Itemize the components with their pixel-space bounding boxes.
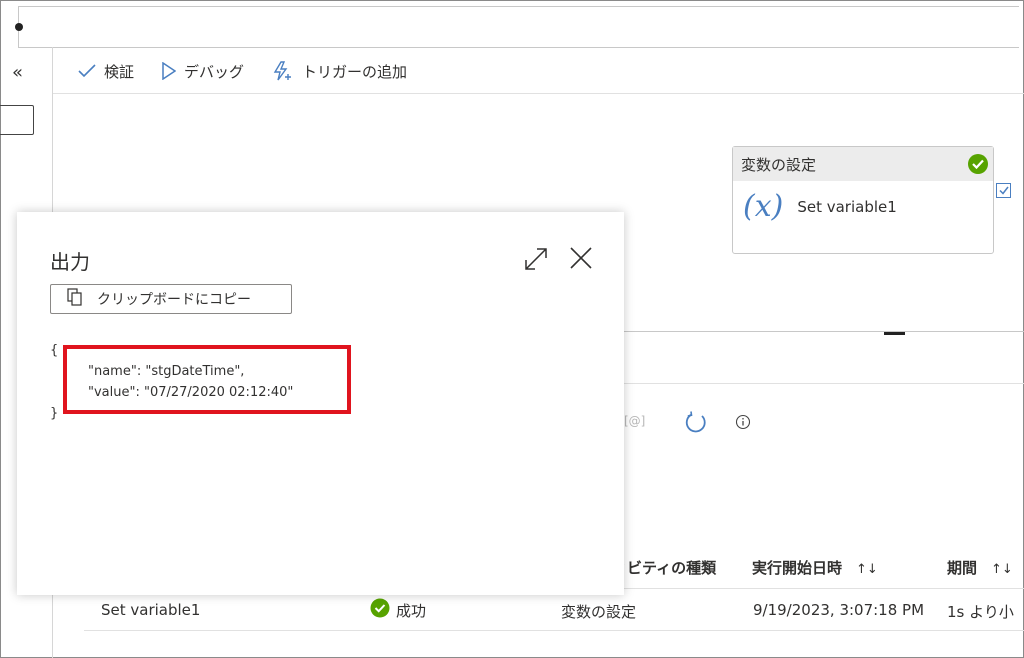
row-duration: 1s より小 xyxy=(947,603,1014,621)
activity-checkbox[interactable] xyxy=(996,183,1011,198)
add-trigger-label: トリガーの追加 xyxy=(302,62,408,81)
row-activity-type: 変数の設定 xyxy=(561,603,637,621)
success-icon xyxy=(370,598,390,622)
copy-label: クリップボードにコピー xyxy=(97,292,251,308)
check-icon xyxy=(78,64,96,78)
column-activity-type-label: ィビティの種類 xyxy=(612,559,717,577)
success-check-icon xyxy=(967,153,989,179)
column-start-time[interactable]: 実行開始日時 ↑↓ xyxy=(752,557,878,578)
pane-splitter-handle[interactable] xyxy=(884,332,905,335)
activity-body: (x) Set variable1 xyxy=(733,181,993,232)
row-status: 成功 xyxy=(370,598,426,622)
play-icon xyxy=(162,62,177,80)
expand-icon[interactable] xyxy=(523,246,549,276)
info-icon[interactable] xyxy=(735,414,751,434)
add-trigger-button[interactable]: トリガーの追加 xyxy=(272,61,407,82)
activity-header-label: 変数の設定 xyxy=(741,155,817,174)
activity-header: 変数の設定 xyxy=(733,147,993,181)
row-status-label: 成功 xyxy=(396,601,427,620)
column-activity-type[interactable]: ィビティの種類 xyxy=(612,557,716,578)
column-duration-label: 期間 xyxy=(947,559,978,577)
activity-name: Set variable1 xyxy=(797,197,897,216)
copy-to-clipboard-button[interactable]: クリップボードにコピー xyxy=(50,284,292,314)
top-dot xyxy=(15,23,23,31)
debug-button[interactable]: デバッグ xyxy=(162,61,244,82)
row-start-time: 9/19/2023, 3:07:18 PM xyxy=(753,601,925,619)
column-start-time-label: 実行開始日時 xyxy=(752,559,843,577)
sort-icon[interactable]: ↑↓ xyxy=(856,562,878,577)
sidebar-box[interactable] xyxy=(0,105,34,135)
toolbar-divider xyxy=(53,93,1024,94)
collapse-sidebar-button[interactable]: « xyxy=(12,62,23,83)
variable-icon: (x) xyxy=(743,189,784,224)
validate-button[interactable]: 検証 xyxy=(78,61,134,82)
set-variable-activity[interactable]: 変数の設定 (x) Set variable1 xyxy=(732,146,994,254)
column-duration[interactable]: 期間 ↑↓ xyxy=(947,557,1013,578)
pipeline-toolbar: 検証 デバッグ トリガーの追加 xyxy=(78,58,407,84)
refresh-icon[interactable] xyxy=(682,410,708,440)
close-icon[interactable] xyxy=(569,246,593,274)
validate-label: 検証 xyxy=(104,62,135,81)
copy-icon xyxy=(67,288,83,310)
trigger-icon xyxy=(272,61,294,81)
top-bar xyxy=(15,6,1019,48)
sort-icon[interactable]: ↑↓ xyxy=(991,562,1013,577)
highlight-box xyxy=(63,345,351,414)
output-panel-title: 出力 xyxy=(50,250,90,274)
row-activity-name[interactable]: Set variable1 xyxy=(101,601,200,619)
output-panel: 出力 クリップボードにコピー { "name": "stgDateTime", … xyxy=(17,212,624,595)
pane-splitter xyxy=(624,331,1024,332)
parameter-icon[interactable]: [@] xyxy=(624,414,645,428)
debug-label: デバッグ xyxy=(184,62,245,81)
table-row-divider xyxy=(84,630,1024,631)
tabs-divider xyxy=(624,383,1024,384)
